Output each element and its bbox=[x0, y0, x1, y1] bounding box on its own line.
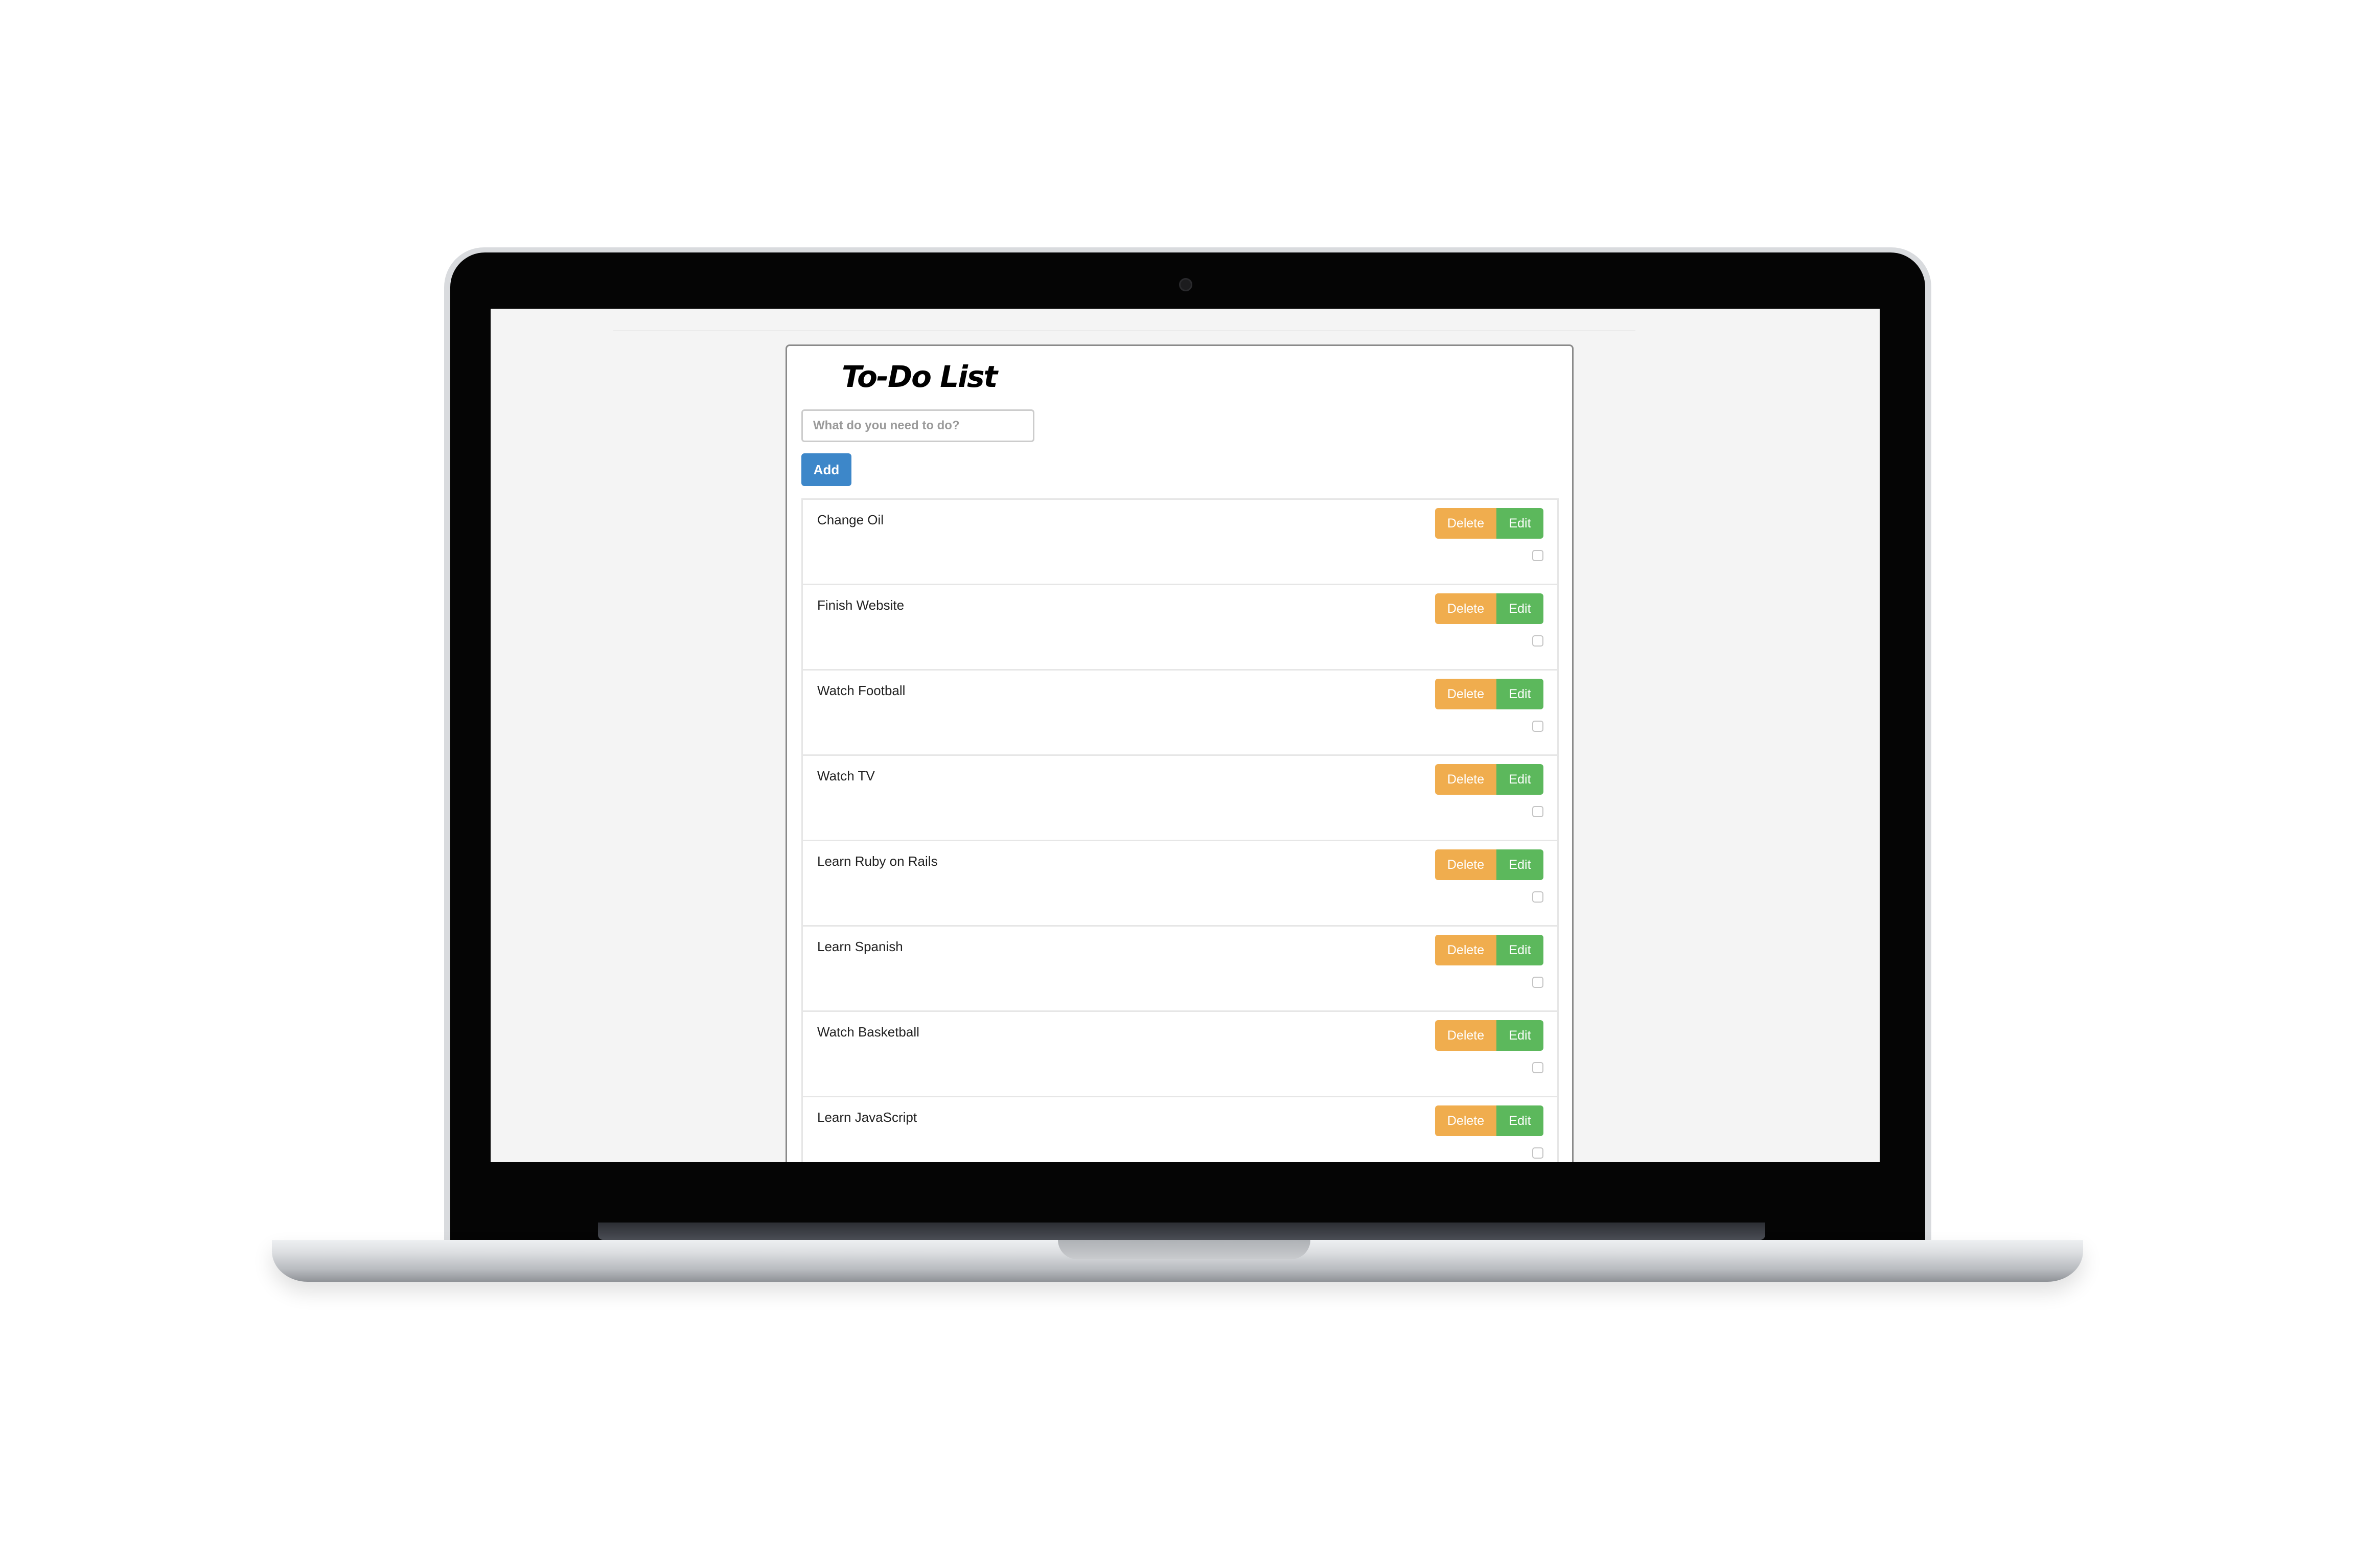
todo-item: Watch Basketball Delete Edit bbox=[803, 1012, 1557, 1097]
todo-item-actions: Delete Edit bbox=[1435, 508, 1543, 539]
todo-item-text: Learn JavaScript bbox=[817, 1110, 917, 1125]
todo-item: Learn JavaScript Delete Edit bbox=[803, 1097, 1557, 1162]
done-checkbox[interactable] bbox=[1532, 721, 1543, 732]
done-checkbox[interactable] bbox=[1532, 977, 1543, 988]
edit-button[interactable]: Edit bbox=[1496, 1105, 1543, 1136]
edit-button[interactable]: Edit bbox=[1496, 935, 1543, 965]
todo-list: Change Oil Delete Edit Finish Website De… bbox=[801, 498, 1559, 1162]
todo-item-actions: Delete Edit bbox=[1435, 849, 1543, 880]
todo-item: Learn Spanish Delete Edit bbox=[803, 927, 1557, 1012]
delete-button[interactable]: Delete bbox=[1435, 849, 1496, 880]
todo-item: Change Oil Delete Edit bbox=[803, 500, 1557, 585]
todo-item-actions: Delete Edit bbox=[1435, 764, 1543, 795]
delete-button[interactable]: Delete bbox=[1435, 593, 1496, 624]
browser-viewport: To-Do List Add Change Oil Delete Edit Fi… bbox=[491, 309, 1880, 1162]
delete-button[interactable]: Delete bbox=[1435, 1105, 1496, 1136]
todo-item: Finish Website Delete Edit bbox=[803, 585, 1557, 671]
todo-item: Learn Ruby on Rails Delete Edit bbox=[803, 841, 1557, 927]
todo-item-actions: Delete Edit bbox=[1435, 593, 1543, 624]
webcam-icon bbox=[1179, 278, 1192, 291]
todo-item-text: Watch Football bbox=[817, 683, 906, 698]
top-divider bbox=[613, 330, 1635, 331]
delete-button[interactable]: Delete bbox=[1435, 1020, 1496, 1051]
todo-item: Watch TV Delete Edit bbox=[803, 756, 1557, 841]
edit-button[interactable]: Edit bbox=[1496, 1020, 1543, 1051]
delete-button[interactable]: Delete bbox=[1435, 508, 1496, 539]
delete-button[interactable]: Delete bbox=[1435, 935, 1496, 965]
done-checkbox[interactable] bbox=[1532, 635, 1543, 647]
done-checkbox[interactable] bbox=[1532, 1147, 1543, 1159]
todo-item-actions: Delete Edit bbox=[1435, 1020, 1543, 1051]
edit-button[interactable]: Edit bbox=[1496, 849, 1543, 880]
todo-item-actions: Delete Edit bbox=[1435, 1105, 1543, 1136]
done-checkbox[interactable] bbox=[1532, 891, 1543, 903]
todo-item: Watch Football Delete Edit bbox=[803, 671, 1557, 756]
laptop-hinge bbox=[598, 1223, 1765, 1240]
done-checkbox[interactable] bbox=[1532, 806, 1543, 817]
laptop-notch bbox=[1058, 1240, 1310, 1259]
todo-item-text: Learn Ruby on Rails bbox=[817, 854, 938, 869]
add-button[interactable]: Add bbox=[801, 453, 851, 486]
todo-item-text: Change Oil bbox=[817, 512, 884, 527]
todo-card: To-Do List Add Change Oil Delete Edit Fi… bbox=[786, 344, 1574, 1162]
delete-button[interactable]: Delete bbox=[1435, 679, 1496, 709]
todo-item-text: Learn Spanish bbox=[817, 939, 903, 954]
done-checkbox[interactable] bbox=[1532, 550, 1543, 561]
todo-item-text: Watch Basketball bbox=[817, 1024, 919, 1040]
delete-button[interactable]: Delete bbox=[1435, 764, 1496, 795]
edit-button[interactable]: Edit bbox=[1496, 508, 1543, 539]
done-checkbox[interactable] bbox=[1532, 1062, 1543, 1073]
todo-item-actions: Delete Edit bbox=[1435, 935, 1543, 965]
edit-button[interactable]: Edit bbox=[1496, 679, 1543, 709]
page-title: To-Do List bbox=[842, 359, 998, 394]
todo-item-actions: Delete Edit bbox=[1435, 679, 1543, 709]
todo-item-text: Finish Website bbox=[817, 597, 905, 613]
todo-item-text: Watch TV bbox=[817, 768, 875, 783]
edit-button[interactable]: Edit bbox=[1496, 593, 1543, 624]
new-task-input[interactable] bbox=[801, 409, 1034, 442]
edit-button[interactable]: Edit bbox=[1496, 764, 1543, 795]
